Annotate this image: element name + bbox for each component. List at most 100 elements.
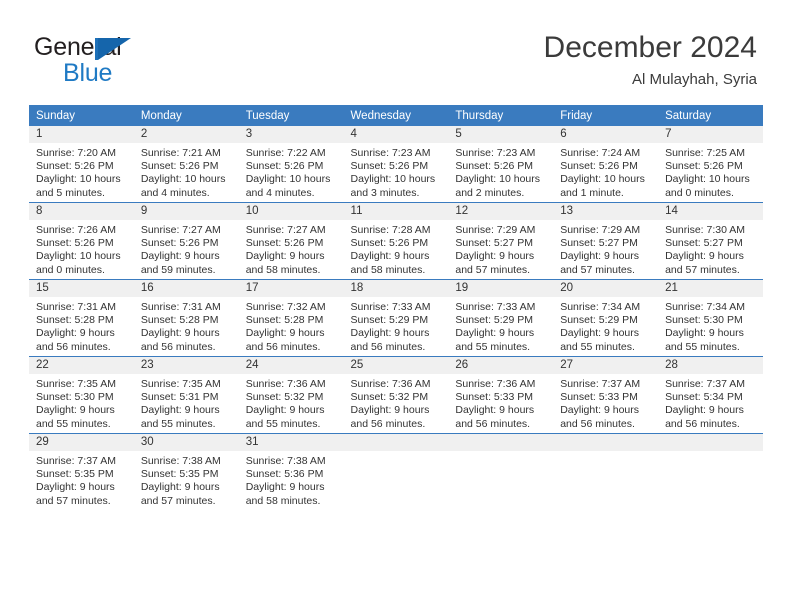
day-number: 15 xyxy=(29,280,134,297)
sunset-text: Sunset: 5:35 PM xyxy=(140,468,219,481)
daylight-text-line2: and 59 minutes. xyxy=(140,263,216,276)
calendar-day-cell[interactable]: 7 Sunrise: 7:25 AM Sunset: 5:26 PM Daylight… xyxy=(658,126,763,203)
day-number: 7 xyxy=(658,126,763,143)
calendar-day-cell[interactable]: 9 Sunrise: 7:27 AM Sunset: 5:26 PM Daylight… xyxy=(133,202,239,280)
calendar-day-cell[interactable]: 11 Sunrise: 7:28 AM Sunset: 5:26 PM Dayligh… xyxy=(343,202,449,280)
day-number: 16 xyxy=(133,280,239,297)
calendar-day-cell[interactable]: 1 Sunrise: 7:20 AM Sunset: 5:26 PM Daylight… xyxy=(29,126,134,203)
sunrise-text: Sunrise: 7:24 AM xyxy=(560,147,641,159)
daylight-text-line2: and 57 minutes. xyxy=(140,494,216,507)
day-number xyxy=(553,434,659,451)
day-number: 30 xyxy=(133,434,239,451)
daylight-text-line1: Daylight: 9 hours xyxy=(665,404,744,417)
calendar-day-cell[interactable]: 14 Sunrise: 7:30 AM Sunset: 5:27 PM Dayligh… xyxy=(658,202,763,280)
sunrise-text: Sunrise: 7:23 AM xyxy=(455,147,536,159)
calendar-day-cell[interactable]: 13 Sunrise: 7:29 AM Sunset: 5:27 PM Dayligh… xyxy=(553,202,659,280)
daylight-text-line1: Daylight: 9 hours xyxy=(245,404,325,417)
day-details: Sunrise: 7:23 AM Sunset: 5:26 PM Daylight:… xyxy=(448,143,553,200)
daylight-text-line2: and 56 minutes. xyxy=(36,340,111,353)
calendar-day-cell[interactable]: 10 Sunrise: 7:27 AM Sunset: 5:26 PM Dayligh… xyxy=(238,202,344,280)
day-details: Sunrise: 7:33 AM Sunset: 5:29 PM Daylight:… xyxy=(344,297,449,354)
calendar-day-cell[interactable]: 8 Sunrise: 7:26 AM Sunset: 5:26 PM Daylight… xyxy=(29,202,134,280)
calendar-day-cell[interactable]: 21 Sunrise: 7:34 AM Sunset: 5:30 PM Dayligh… xyxy=(658,279,763,357)
calendar-day-cell[interactable]: 22 Sunrise: 7:35 AM Sunset: 5:30 PM Dayligh… xyxy=(29,356,134,434)
weekday-header-saturday: Saturday xyxy=(658,105,763,126)
calendar-day-cell[interactable]: 16 Sunrise: 7:31 AM Sunset: 5:28 PM Dayligh… xyxy=(133,279,239,357)
calendar-day-cell[interactable]: 23 Sunrise: 7:35 AM Sunset: 5:31 PM Dayligh… xyxy=(133,356,239,434)
sunrise-text: Sunrise: 7:28 AM xyxy=(350,224,431,236)
sunrise-text: Sunrise: 7:26 AM xyxy=(36,224,116,236)
sunrise-text: Sunrise: 7:29 AM xyxy=(455,224,536,236)
daylight-text-line1: Daylight: 10 hours xyxy=(36,250,121,263)
daylight-text-line1: Daylight: 9 hours xyxy=(455,250,535,263)
weekday-header-wednesday: Wednesday xyxy=(343,105,449,126)
day-number xyxy=(343,434,449,451)
daylight-text-line1: Daylight: 9 hours xyxy=(140,481,220,494)
day-number: 8 xyxy=(29,203,134,220)
calendar-day-cell[interactable]: 4 Sunrise: 7:23 AM Sunset: 5:26 PM Daylight… xyxy=(343,126,449,203)
sunset-text: Sunset: 5:31 PM xyxy=(140,391,219,404)
day-number: 24 xyxy=(238,357,344,374)
day-details: Sunrise: 7:36 AM Sunset: 5:32 PM Daylight:… xyxy=(239,374,344,431)
sunset-text: Sunset: 5:26 PM xyxy=(350,160,429,173)
calendar-day-cell[interactable]: 20 Sunrise: 7:34 AM Sunset: 5:29 PM Dayligh… xyxy=(553,279,659,357)
daylight-text-line1: Daylight: 10 hours xyxy=(665,173,750,186)
daylight-text-line2: and 56 minutes. xyxy=(560,417,635,430)
daylight-text-line1: Daylight: 9 hours xyxy=(245,481,325,494)
day-details: Sunrise: 7:33 AM Sunset: 5:29 PM Daylight:… xyxy=(448,297,553,354)
calendar-day-cell[interactable]: 19 Sunrise: 7:33 AM Sunset: 5:29 PM Dayligh… xyxy=(448,279,554,357)
calendar-day-cell-empty xyxy=(658,433,763,510)
calendar-day-cell[interactable]: 18 Sunrise: 7:33 AM Sunset: 5:29 PM Dayligh… xyxy=(343,279,449,357)
calendar-day-cell[interactable]: 15 Sunrise: 7:31 AM Sunset: 5:28 PM Dayligh… xyxy=(29,279,134,357)
sunset-text: Sunset: 5:28 PM xyxy=(245,314,324,327)
weekday-header-sunday: Sunday xyxy=(29,105,134,126)
calendar-day-cell[interactable]: 30 Sunrise: 7:38 AM Sunset: 5:35 PM Dayligh… xyxy=(133,433,239,510)
calendar-day-cell[interactable]: 17 Sunrise: 7:32 AM Sunset: 5:28 PM Dayligh… xyxy=(238,279,344,357)
sunset-text: Sunset: 5:26 PM xyxy=(36,237,114,250)
day-details: Sunrise: 7:31 AM Sunset: 5:28 PM Daylight:… xyxy=(29,297,134,354)
calendar-header-row: Sunday Monday Tuesday Wednesday Thursday… xyxy=(29,105,763,126)
day-details: Sunrise: 7:36 AM Sunset: 5:32 PM Daylight:… xyxy=(344,374,449,431)
sunset-text: Sunset: 5:32 PM xyxy=(245,391,324,404)
calendar-day-cell[interactable]: 2 Sunrise: 7:21 AM Sunset: 5:26 PM Daylight… xyxy=(133,126,239,203)
sunrise-text: Sunrise: 7:32 AM xyxy=(245,301,326,313)
logo-text-blue: Blue xyxy=(63,59,113,87)
daylight-text-line1: Daylight: 10 hours xyxy=(36,173,121,186)
sunrise-text: Sunrise: 7:25 AM xyxy=(665,147,746,159)
calendar-day-cell[interactable]: 29 Sunrise: 7:37 AM Sunset: 5:35 PM Dayligh… xyxy=(29,433,134,510)
sunset-text: Sunset: 5:32 PM xyxy=(350,391,429,404)
sunset-text: Sunset: 5:26 PM xyxy=(140,160,219,173)
calendar-day-cell[interactable]: 6 Sunrise: 7:24 AM Sunset: 5:26 PM Daylight… xyxy=(553,126,659,203)
calendar-day-cell[interactable]: 28 Sunrise: 7:37 AM Sunset: 5:34 PM Dayligh… xyxy=(658,356,763,434)
sunrise-text: Sunrise: 7:23 AM xyxy=(350,147,431,159)
sunset-text: Sunset: 5:27 PM xyxy=(560,237,638,250)
calendar-day-cell[interactable]: 12 Sunrise: 7:29 AM Sunset: 5:27 PM Dayligh… xyxy=(448,202,554,280)
day-number: 18 xyxy=(343,280,449,297)
calendar-day-cell[interactable]: 24 Sunrise: 7:36 AM Sunset: 5:32 PM Dayligh… xyxy=(238,356,344,434)
daylight-text-line1: Daylight: 9 hours xyxy=(245,250,325,263)
calendar-table: Sunday Monday Tuesday Wednesday Thursday… xyxy=(29,105,763,510)
page-header: General Blue December 2024 Al Mulayhah, … xyxy=(0,0,792,98)
sunrise-text: Sunrise: 7:36 AM xyxy=(245,378,326,390)
day-details: Sunrise: 7:27 AM Sunset: 5:26 PM Daylight:… xyxy=(134,220,239,277)
sunset-text: Sunset: 5:26 PM xyxy=(665,160,743,173)
daylight-text-line2: and 55 minutes. xyxy=(245,417,321,430)
calendar-day-cell[interactable]: 3 Sunrise: 7:22 AM Sunset: 5:26 PM Daylight… xyxy=(238,126,344,203)
day-number xyxy=(448,434,554,451)
sunset-text: Sunset: 5:27 PM xyxy=(665,237,743,250)
day-details: Sunrise: 7:35 AM Sunset: 5:30 PM Daylight:… xyxy=(29,374,134,431)
daylight-text-line2: and 56 minutes. xyxy=(245,340,321,353)
calendar-day-cell[interactable]: 25 Sunrise: 7:36 AM Sunset: 5:32 PM Dayligh… xyxy=(343,356,449,434)
day-details: Sunrise: 7:34 AM Sunset: 5:29 PM Daylight:… xyxy=(553,297,658,354)
calendar-day-cell[interactable]: 26 Sunrise: 7:36 AM Sunset: 5:33 PM Dayligh… xyxy=(448,356,554,434)
day-number: 9 xyxy=(133,203,239,220)
daylight-text-line1: Daylight: 10 hours xyxy=(140,173,226,186)
general-blue-logo[interactable]: General Blue xyxy=(34,33,274,91)
calendar-day-cell[interactable]: 31 Sunrise: 7:38 AM Sunset: 5:36 PM Dayligh… xyxy=(238,433,344,510)
calendar-day-cell[interactable]: 5 Sunrise: 7:23 AM Sunset: 5:26 PM Daylight… xyxy=(448,126,554,203)
day-number: 13 xyxy=(553,203,659,220)
daylight-text-line2: and 56 minutes. xyxy=(140,340,216,353)
day-number: 26 xyxy=(448,357,554,374)
sunrise-text: Sunrise: 7:29 AM xyxy=(560,224,641,236)
calendar-day-cell[interactable]: 27 Sunrise: 7:37 AM Sunset: 5:33 PM Dayligh… xyxy=(553,356,659,434)
